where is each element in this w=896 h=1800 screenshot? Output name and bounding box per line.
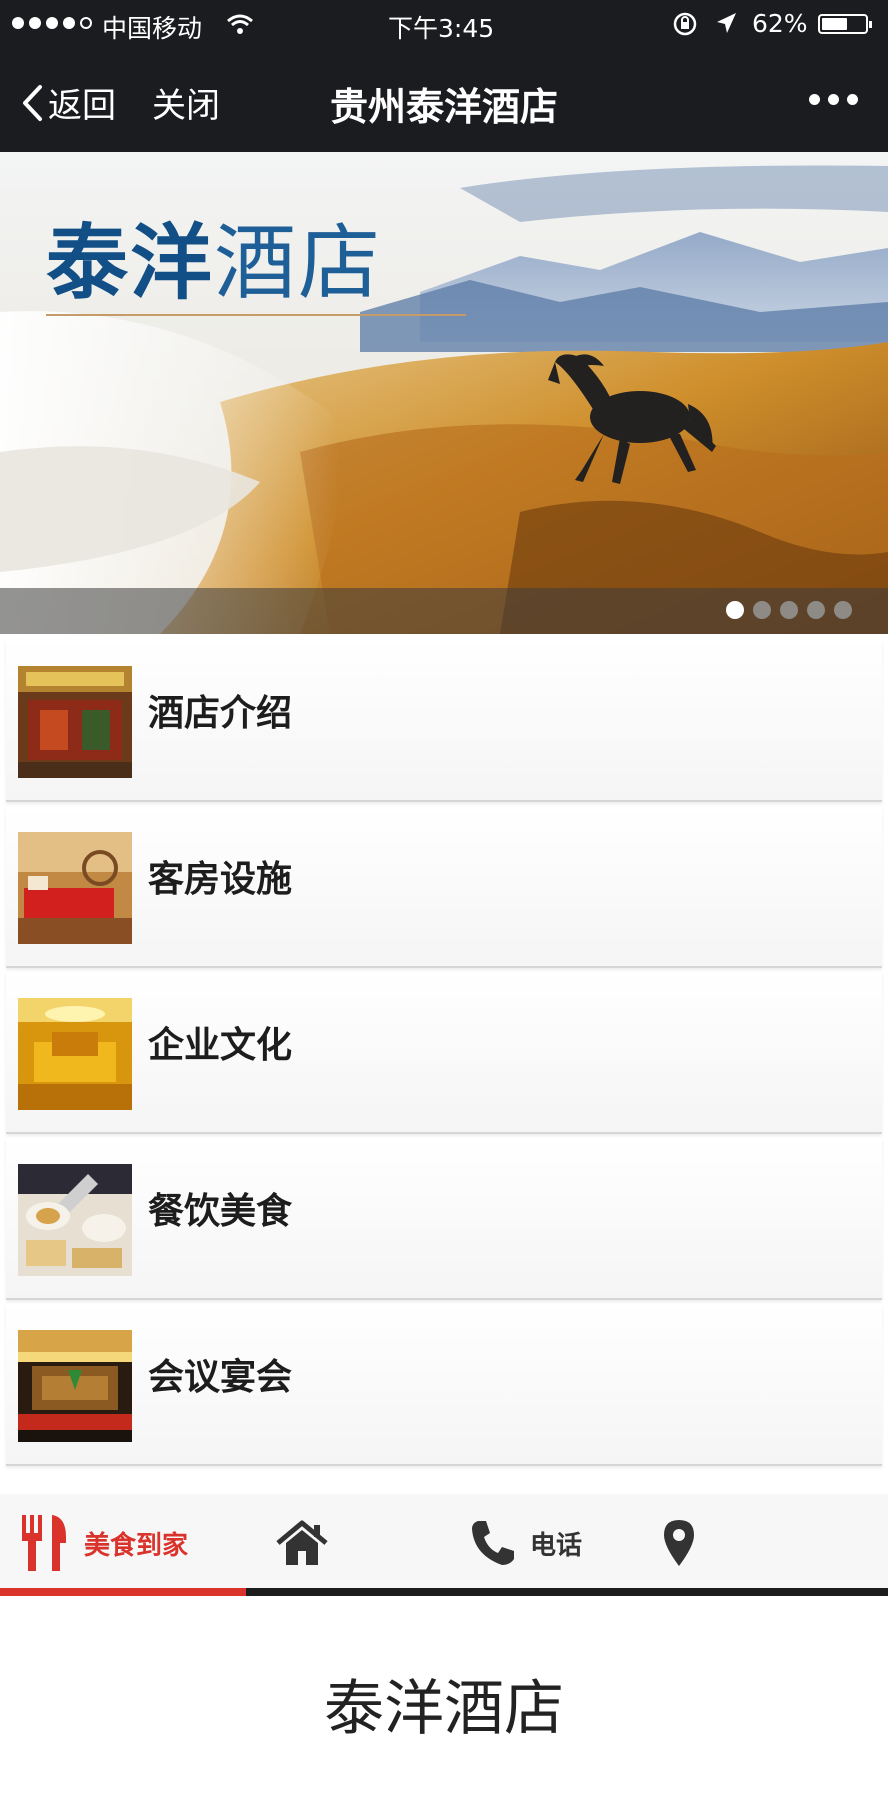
wifi-icon [226,12,254,41]
status-time: 下午3:45 [388,14,495,43]
map-pin-icon [664,1520,694,1566]
tab-food-delivery[interactable]: 美食到家 [20,1512,188,1574]
banner-divider [46,314,466,316]
phone-icon [472,1521,514,1565]
carousel-dot[interactable] [726,601,744,619]
guest-room-thumbnail [18,832,132,944]
menu-item-guest-rooms[interactable]: 客房设施 [6,806,882,968]
tab-label: 美食到家 [84,1530,189,1561]
food-dishes-thumbnail [18,1164,132,1276]
hotel-exterior-thumbnail [18,666,132,778]
status-bar: 中国移动 下午3:45 62% [0,0,888,48]
signal-strength-icon [12,17,92,29]
banquet-hall-thumbnail [18,998,132,1110]
navigation-bar: 返回 关闭 贵州泰洋酒店 [0,48,888,152]
menu-item-title: 酒店介绍 [148,693,293,734]
tab-phone[interactable]: 电话 [470,1512,582,1574]
carousel-dot[interactable] [780,601,798,619]
footer: 泰洋酒店 [0,1602,888,1800]
home-icon [276,1520,328,1565]
carousel-dot[interactable] [753,601,771,619]
carrier-name: 中国移动 [102,14,203,43]
menu-item-title: 餐饮美食 [148,1191,293,1232]
menu-item-conference[interactable]: 会议宴会 [6,1304,882,1466]
more-options-button[interactable] [809,94,858,105]
tab-label: 电话 [530,1530,583,1561]
tab-active-indicator [0,1588,246,1596]
rotation-lock-icon [672,11,698,43]
tab-map[interactable] [662,1512,710,1574]
menu-item-title: 企业文化 [148,1025,293,1066]
carousel-dots [726,601,852,619]
menu-item-title: 会议宴会 [148,1357,293,1398]
tab-indicator-track [0,1588,888,1596]
carousel-dot[interactable] [834,601,852,619]
app-screen: 中国移动 下午3:45 62% 返回 关闭 贵州泰洋酒店 泰洋酒店 酒店介绍 客… [0,0,888,1800]
battery-icon [818,14,872,34]
carousel-dot[interactable] [807,601,825,619]
banner-title: 泰洋酒店 [46,215,383,311]
hero-banner[interactable]: 泰洋酒店 [0,152,888,634]
bottom-tab-bar: 美食到家 电话 [0,1494,888,1596]
menu-item-title: 客房设施 [148,859,293,900]
tab-home[interactable] [274,1512,344,1574]
menu-item-hotel-intro[interactable]: 酒店介绍 [6,640,882,802]
carousel-indicator-bar [0,588,888,634]
fork-knife-icon [22,1515,66,1571]
feature-menu: 酒店介绍 客房设施 企业文化 餐饮美食 会议宴会 [6,640,882,1470]
footer-title: 泰洋酒店 [324,1674,564,1744]
location-arrow-icon [714,11,738,43]
conference-hall-thumbnail [18,1330,132,1442]
page-title: 贵州泰洋酒店 [329,85,558,129]
battery-percent: 62% [752,9,808,38]
menu-item-dining[interactable]: 餐饮美食 [6,1138,882,1300]
menu-item-corporate-culture[interactable]: 企业文化 [6,972,882,1134]
